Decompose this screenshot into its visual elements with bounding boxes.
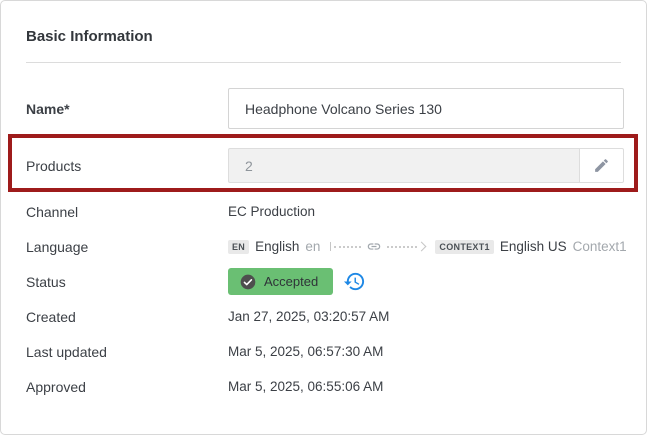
approved-label: Approved: [26, 379, 228, 395]
created-value: Jan 27, 2025, 03:20:57 AM: [228, 309, 389, 324]
target-context-badge: CONTEXT1: [435, 240, 493, 254]
approved-row: Approved Mar 5, 2025, 06:55:06 AM: [1, 369, 646, 404]
source-language-badge: EN: [228, 240, 249, 254]
link-icon: [364, 239, 384, 254]
section-divider: [26, 62, 621, 63]
pencil-icon: [593, 157, 610, 174]
products-count-input: [228, 148, 579, 183]
status-label: Status: [26, 274, 228, 290]
connector-start-tick: [330, 242, 331, 251]
last-updated-value: Mar 5, 2025, 06:57:30 AM: [228, 344, 383, 359]
products-input-group: [228, 148, 624, 183]
source-language-code: en: [305, 239, 320, 254]
created-label: Created: [26, 309, 228, 325]
language-link-connector: [330, 239, 425, 254]
channel-value: EC Production: [228, 204, 315, 219]
name-row: Name*: [1, 88, 646, 129]
target-language-name: English US: [500, 239, 567, 254]
basic-information-panel: Basic Information Name* Products: [0, 0, 647, 435]
check-circle-icon: [240, 274, 256, 290]
status-badge: Accepted: [228, 268, 333, 295]
name-input[interactable]: [228, 88, 624, 129]
status-row: Status Accepted: [1, 264, 646, 299]
language-label: Language: [26, 239, 228, 255]
edit-products-button[interactable]: [579, 148, 624, 183]
language-row: Language EN English en CONTEXT1: [1, 229, 646, 264]
last-updated-row: Last updated Mar 5, 2025, 06:57:30 AM: [1, 334, 646, 369]
products-label: Products: [26, 158, 228, 174]
status-history-button[interactable]: [342, 270, 366, 294]
target-context-name: Context1: [573, 239, 627, 254]
channel-label: Channel: [26, 204, 228, 220]
channel-row: Channel EC Production: [1, 194, 646, 229]
created-row: Created Jan 27, 2025, 03:20:57 AM: [1, 299, 646, 334]
connector-dotted-line-right: [387, 246, 417, 248]
section-title: Basic Information: [1, 1, 646, 45]
status-badge-text: Accepted: [264, 274, 318, 289]
approved-value: Mar 5, 2025, 06:55:06 AM: [228, 379, 383, 394]
source-language-name: English: [255, 239, 299, 254]
last-updated-label: Last updated: [26, 344, 228, 360]
history-clock-icon: [343, 270, 366, 293]
connector-arrowhead-icon: [417, 242, 427, 252]
name-label: Name*: [26, 101, 228, 117]
products-row: Products: [1, 148, 646, 183]
connector-dotted-line-left: [334, 246, 361, 248]
